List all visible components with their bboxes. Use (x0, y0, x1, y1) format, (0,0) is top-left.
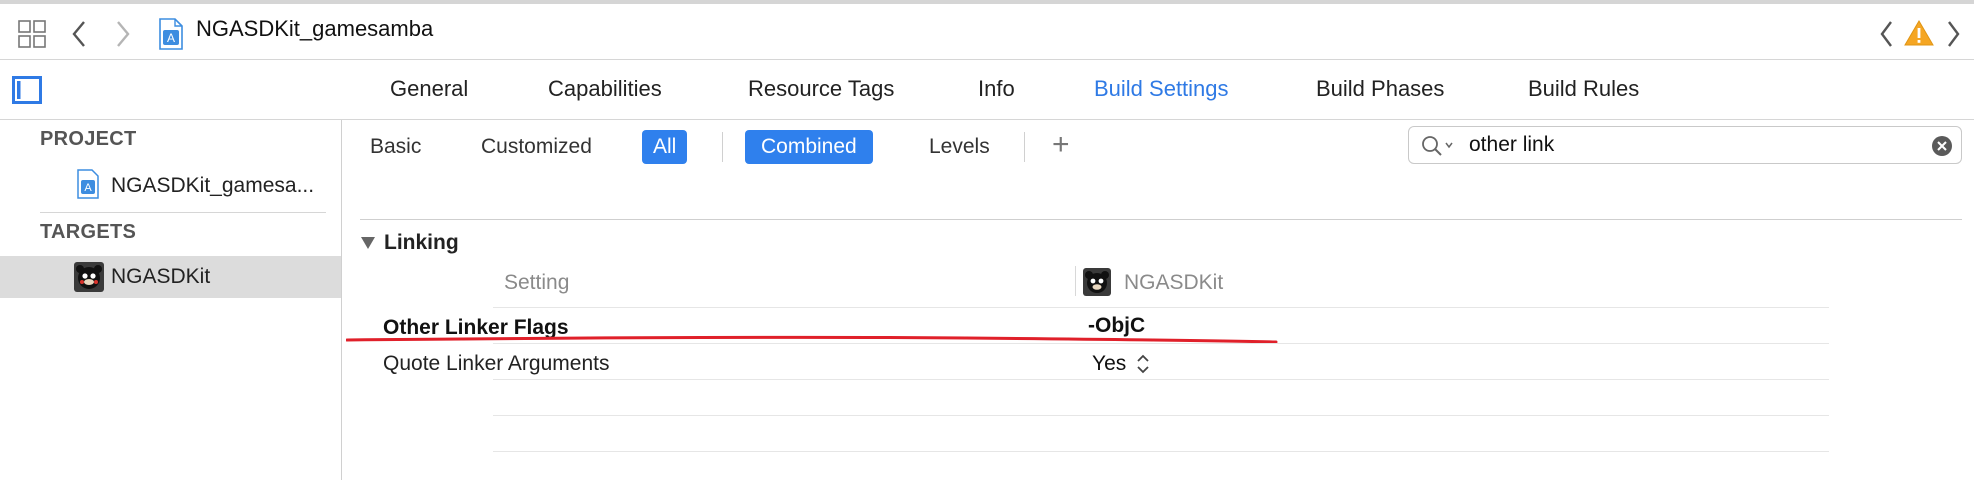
tab-capabilities[interactable]: Capabilities (548, 76, 662, 102)
project-file-icon: A (159, 18, 183, 50)
targets-section-header: TARGETS (40, 221, 137, 243)
search-icon (1422, 136, 1453, 156)
target-app-icon (1083, 268, 1111, 296)
filter-combined-button[interactable]: Combined (745, 130, 873, 164)
row-divider (493, 343, 1829, 344)
clear-search-icon[interactable] (1931, 135, 1953, 157)
forward-icon[interactable] (114, 20, 132, 48)
section-top-divider (360, 219, 1962, 220)
column-separator (1075, 266, 1076, 296)
setting-value-quote-linker-arguments[interactable]: Yes (1092, 352, 1126, 376)
sidebar-item-label: NGASDKit (111, 265, 211, 288)
column-header-target: NGASDKit (1124, 271, 1224, 294)
build-settings-filter-bar: Basic Customized All Combined Levels + (342, 120, 1974, 178)
add-setting-button[interactable]: + (1040, 128, 1082, 162)
tab-info[interactable]: Info (978, 76, 1015, 102)
sidebar-item-project[interactable]: A NGASDKit_gamesa... (0, 165, 341, 207)
filter-separator (722, 132, 723, 162)
sidebar-toggle-icon[interactable] (12, 76, 42, 104)
sidebar-item-label: NGASDKit_gamesa... (111, 174, 315, 197)
svg-text:A: A (84, 182, 92, 194)
project-file-icon: A (77, 169, 99, 199)
next-issue-icon[interactable] (1946, 20, 1962, 48)
filter-levels-button[interactable]: Levels (917, 130, 1002, 164)
annotation-underline (346, 335, 1278, 344)
toolbar: A NGASDKit_gamesamba (0, 0, 1974, 60)
disclosure-triangle-icon[interactable] (360, 236, 376, 250)
filter-customized-button[interactable]: Customized (469, 130, 604, 164)
target-app-icon (74, 262, 104, 292)
previous-issue-icon[interactable] (1878, 20, 1894, 48)
row-divider (493, 415, 1829, 416)
row-divider (493, 307, 1829, 308)
warning-icon[interactable] (1904, 19, 1934, 47)
tab-build-settings[interactable]: Build Settings (1094, 76, 1229, 102)
row-divider (493, 379, 1829, 380)
project-navigator-sidebar: PROJECT A NGASDKit_gamesa... TARGETS NGA… (0, 120, 342, 480)
row-divider (493, 451, 1829, 452)
sidebar-divider (40, 212, 326, 213)
setting-name-quote-linker-arguments[interactable]: Quote Linker Arguments (383, 352, 609, 376)
editor-tabs-row: General Capabilities Resource Tags Info … (0, 60, 1974, 120)
project-section-header: PROJECT (40, 128, 137, 150)
popup-stepper-icon[interactable] (1136, 353, 1150, 375)
tab-build-phases[interactable]: Build Phases (1316, 76, 1444, 102)
filter-all-button[interactable]: All (642, 130, 688, 164)
search-input[interactable] (1469, 131, 1909, 159)
back-icon[interactable] (70, 20, 88, 48)
grid-icon[interactable] (18, 20, 46, 48)
column-header-setting: Setting (504, 271, 570, 294)
section-title: Linking (384, 231, 459, 254)
filter-basic-button[interactable]: Basic (358, 130, 433, 164)
tab-general[interactable]: General (390, 76, 468, 102)
filter-separator (1024, 132, 1025, 162)
file-title: NGASDKit_gamesamba (196, 16, 434, 41)
search-field[interactable] (1408, 126, 1962, 164)
sidebar-item-target[interactable]: NGASDKit (0, 256, 341, 298)
tab-resource-tags[interactable]: Resource Tags (748, 76, 894, 102)
tab-build-rules[interactable]: Build Rules (1528, 76, 1639, 102)
svg-text:A: A (167, 31, 175, 45)
